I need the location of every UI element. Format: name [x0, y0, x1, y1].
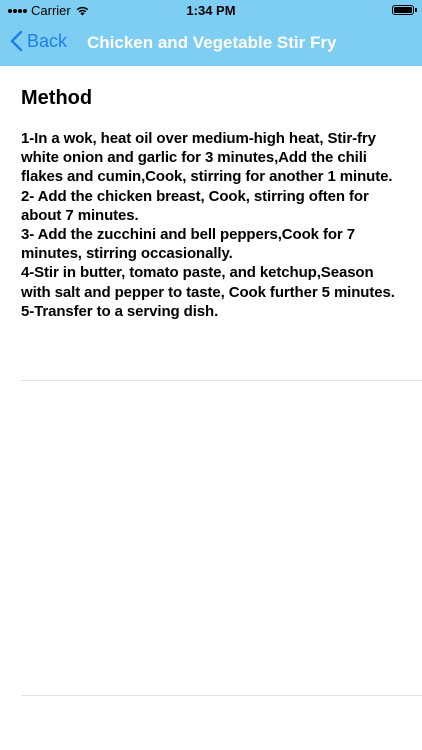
back-label: Back	[27, 30, 68, 51]
battery-icon	[392, 5, 414, 15]
divider	[21, 380, 422, 381]
nav-bar: Back Chicken and Vegetable Stir Fry	[0, 22, 422, 66]
status-time: 1:34 PM	[186, 3, 236, 18]
recipe-content: Method 1-In a wok, heat oil over medium-…	[21, 85, 401, 321]
method-text: 1-In a wok, heat oil over medium-high he…	[21, 130, 395, 320]
section-title: Method	[21, 87, 93, 109]
top-bar: Carrier 1:34 PM Back Chicken and Vegetab…	[0, 0, 422, 66]
screen: Carrier 1:34 PM Back Chicken and Vegetab…	[0, 0, 422, 750]
back-button[interactable]: Back	[10, 30, 67, 52]
battery-tip	[415, 8, 417, 12]
nav-title: Chicken and Vegetable Stir Fry	[87, 33, 337, 52]
divider	[21, 695, 422, 696]
chevron-left-icon	[10, 30, 23, 52]
status-bar: Carrier 1:34 PM	[0, 0, 422, 22]
